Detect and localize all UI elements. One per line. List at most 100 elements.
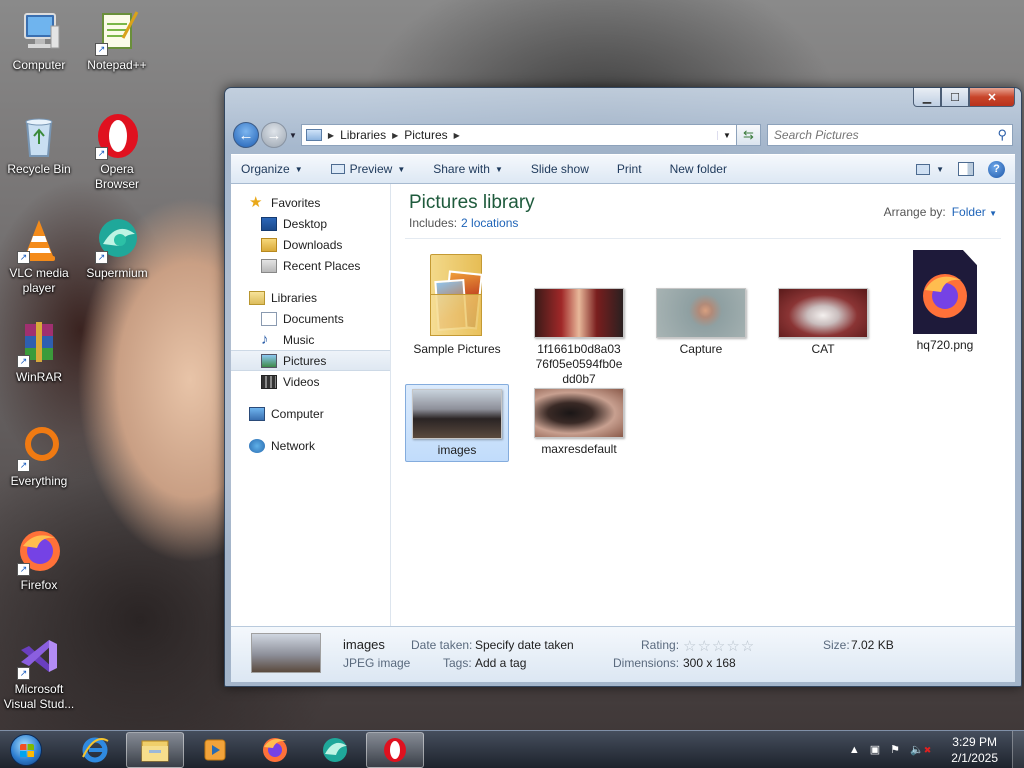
nav-favorites[interactable]: ★ Favorites bbox=[231, 192, 390, 213]
preview-pane-icon[interactable] bbox=[958, 162, 974, 176]
pictures-icon bbox=[261, 353, 277, 368]
desktop-icon-firefox[interactable]: ↗ Firefox bbox=[0, 528, 78, 593]
desktop-icon-label: Everything bbox=[10, 474, 68, 488]
nav-network[interactable]: Network bbox=[231, 435, 390, 456]
taskbar-opera[interactable] bbox=[366, 731, 424, 768]
file-item-1f1661b0[interactable]: 1f1661b0d8a0376f05e0594fb0edd0b7 bbox=[527, 246, 631, 390]
taskbar-windows-explorer[interactable] bbox=[126, 731, 184, 768]
preview-label: Preview bbox=[349, 162, 393, 176]
taskbar-internet-explorer[interactable] bbox=[66, 732, 124, 768]
refresh-button[interactable]: ⇆ bbox=[736, 124, 761, 146]
taskbar-media-player[interactable] bbox=[186, 732, 244, 768]
volume-muted-icon[interactable]: 🔈✖ bbox=[910, 743, 931, 756]
desktop-icon-vlc[interactable]: ↗ VLC media player bbox=[0, 216, 78, 296]
show-hidden-icons-icon[interactable]: ▲ bbox=[849, 744, 860, 756]
print-button[interactable]: Print bbox=[617, 162, 642, 176]
tags-value[interactable]: Add a tag bbox=[475, 656, 526, 670]
minimize-button[interactable]: ▁ bbox=[913, 88, 941, 107]
desktop-icon-label: Computer bbox=[12, 58, 66, 72]
windows-logo-icon bbox=[10, 733, 42, 766]
media-player-icon bbox=[204, 739, 226, 760]
nav-label: Documents bbox=[283, 311, 344, 326]
file-item-images[interactable]: images bbox=[405, 384, 509, 462]
firefox-icon: ↗ bbox=[15, 528, 63, 576]
maximize-button[interactable]: ☐ bbox=[941, 88, 969, 107]
file-item-sample-pictures[interactable]: Sample Pictures bbox=[405, 246, 509, 360]
taskbar-firefox[interactable] bbox=[246, 732, 304, 768]
size-value: 7.02 KB bbox=[851, 638, 894, 652]
desktop-icon-computer[interactable]: Computer bbox=[0, 8, 78, 73]
nav-desktop[interactable]: Desktop bbox=[231, 213, 390, 234]
address-dropdown-icon[interactable]: ▼ bbox=[717, 130, 736, 140]
slide-show-button[interactable]: Slide show bbox=[531, 162, 589, 176]
chevron-down-icon: ▼ bbox=[294, 164, 303, 174]
folder-icon bbox=[422, 250, 492, 338]
breadcrumb-arrow-icon[interactable]: ▶ bbox=[392, 131, 398, 140]
nav-documents[interactable]: Documents bbox=[231, 308, 390, 329]
desktop-icon-notepadpp[interactable]: ↗ Notepad++ bbox=[78, 8, 156, 73]
clock-date: 2/1/2025 bbox=[951, 750, 998, 765]
nav-videos[interactable]: Videos bbox=[231, 371, 390, 392]
rating-stars[interactable]: ☆☆☆☆☆ bbox=[683, 637, 755, 655]
recent-pages-dropdown-icon[interactable]: ▼ bbox=[289, 131, 297, 140]
desktop-icon-label: VLC media player bbox=[9, 266, 69, 295]
network-icon bbox=[249, 438, 265, 453]
breadcrumb-libraries[interactable]: Libraries bbox=[340, 128, 386, 142]
network-tray-icon[interactable]: ▣ bbox=[870, 743, 880, 756]
shortcut-arrow-icon: ↗ bbox=[95, 43, 108, 56]
arrange-by-dropdown[interactable]: Folder ▼ bbox=[952, 205, 997, 219]
address-bar[interactable]: ▶ Libraries ▶ Pictures ▶ ▼ bbox=[300, 124, 737, 146]
forward-button[interactable]: → bbox=[261, 122, 287, 148]
breadcrumb-arrow-icon[interactable]: ▶ bbox=[328, 131, 334, 140]
start-button[interactable] bbox=[6, 732, 46, 768]
desktop-icon-everything[interactable]: ↗ Everything bbox=[0, 424, 78, 489]
desktop-icon-recycle-bin[interactable]: Recycle Bin bbox=[0, 112, 78, 177]
command-bar-right: ▼ ? bbox=[916, 160, 1005, 178]
shortcut-arrow-icon: ↗ bbox=[17, 355, 30, 368]
view-options-dropdown-icon[interactable]: ▼ bbox=[936, 165, 944, 174]
search-input[interactable] bbox=[773, 128, 998, 142]
file-item-cat[interactable]: CAT bbox=[771, 246, 875, 360]
clock[interactable]: 3:29 PM 2/1/2025 bbox=[951, 734, 998, 766]
search-box[interactable]: ⚲ bbox=[766, 124, 1013, 146]
library-includes: Includes: 2 locations bbox=[409, 216, 518, 230]
show-desktop-button[interactable] bbox=[1012, 730, 1024, 768]
desktop-icon-supermium[interactable]: ↗ Supermium bbox=[78, 216, 156, 281]
nav-recent-places[interactable]: Recent Places bbox=[231, 255, 390, 276]
recent-places-icon bbox=[261, 258, 277, 273]
desktop-icon-winrar[interactable]: ↗ WinRAR bbox=[0, 320, 78, 385]
organize-button[interactable]: Organize ▼ bbox=[241, 162, 303, 176]
includes-label: Includes: bbox=[409, 216, 458, 230]
nav-music[interactable]: ♪ Music bbox=[231, 329, 390, 350]
breadcrumb-arrow-icon[interactable]: ▶ bbox=[454, 131, 460, 140]
breadcrumb-pictures[interactable]: Pictures bbox=[404, 128, 447, 142]
file-item-hq720[interactable]: hq720.png bbox=[893, 246, 997, 356]
close-button[interactable]: ✕ bbox=[969, 88, 1015, 107]
nav-computer[interactable]: Computer bbox=[231, 403, 390, 424]
details-file-type: JPEG image bbox=[343, 656, 411, 670]
file-item-capture[interactable]: Capture bbox=[649, 246, 753, 360]
shortcut-arrow-icon: ↗ bbox=[95, 251, 108, 264]
back-button[interactable]: ← bbox=[233, 122, 259, 148]
change-view-icon[interactable] bbox=[916, 163, 931, 175]
includes-locations-link[interactable]: 2 locations bbox=[461, 216, 518, 230]
search-icon[interactable]: ⚲ bbox=[997, 127, 1012, 143]
preview-button[interactable]: Preview ▼ bbox=[330, 162, 405, 176]
nav-label: Network bbox=[271, 438, 316, 453]
organize-label: Organize bbox=[241, 162, 290, 176]
details-thumbnail bbox=[251, 633, 321, 673]
nav-downloads[interactable]: Downloads bbox=[231, 234, 390, 255]
share-with-button[interactable]: Share with ▼ bbox=[433, 162, 503, 176]
desktop-icon-visual-studio[interactable]: ↗ Microsoft Visual Stud... bbox=[0, 632, 78, 712]
shortcut-arrow-icon: ↗ bbox=[17, 459, 30, 472]
help-icon[interactable]: ? bbox=[988, 160, 1005, 178]
shortcut-arrow-icon: ↗ bbox=[17, 667, 30, 680]
file-item-maxresdefault[interactable]: maxresdefault bbox=[527, 384, 631, 460]
new-folder-button[interactable]: New folder bbox=[670, 162, 727, 176]
action-center-flag-icon[interactable]: ⚑ bbox=[890, 743, 900, 756]
nav-pictures[interactable]: Pictures bbox=[231, 350, 390, 371]
taskbar-supermium[interactable] bbox=[306, 732, 364, 768]
nav-libraries[interactable]: Libraries bbox=[231, 287, 390, 308]
desktop-icon-opera[interactable]: ↗ Opera Browser bbox=[78, 112, 156, 192]
date-taken-value[interactable]: Specify date taken bbox=[475, 638, 574, 652]
